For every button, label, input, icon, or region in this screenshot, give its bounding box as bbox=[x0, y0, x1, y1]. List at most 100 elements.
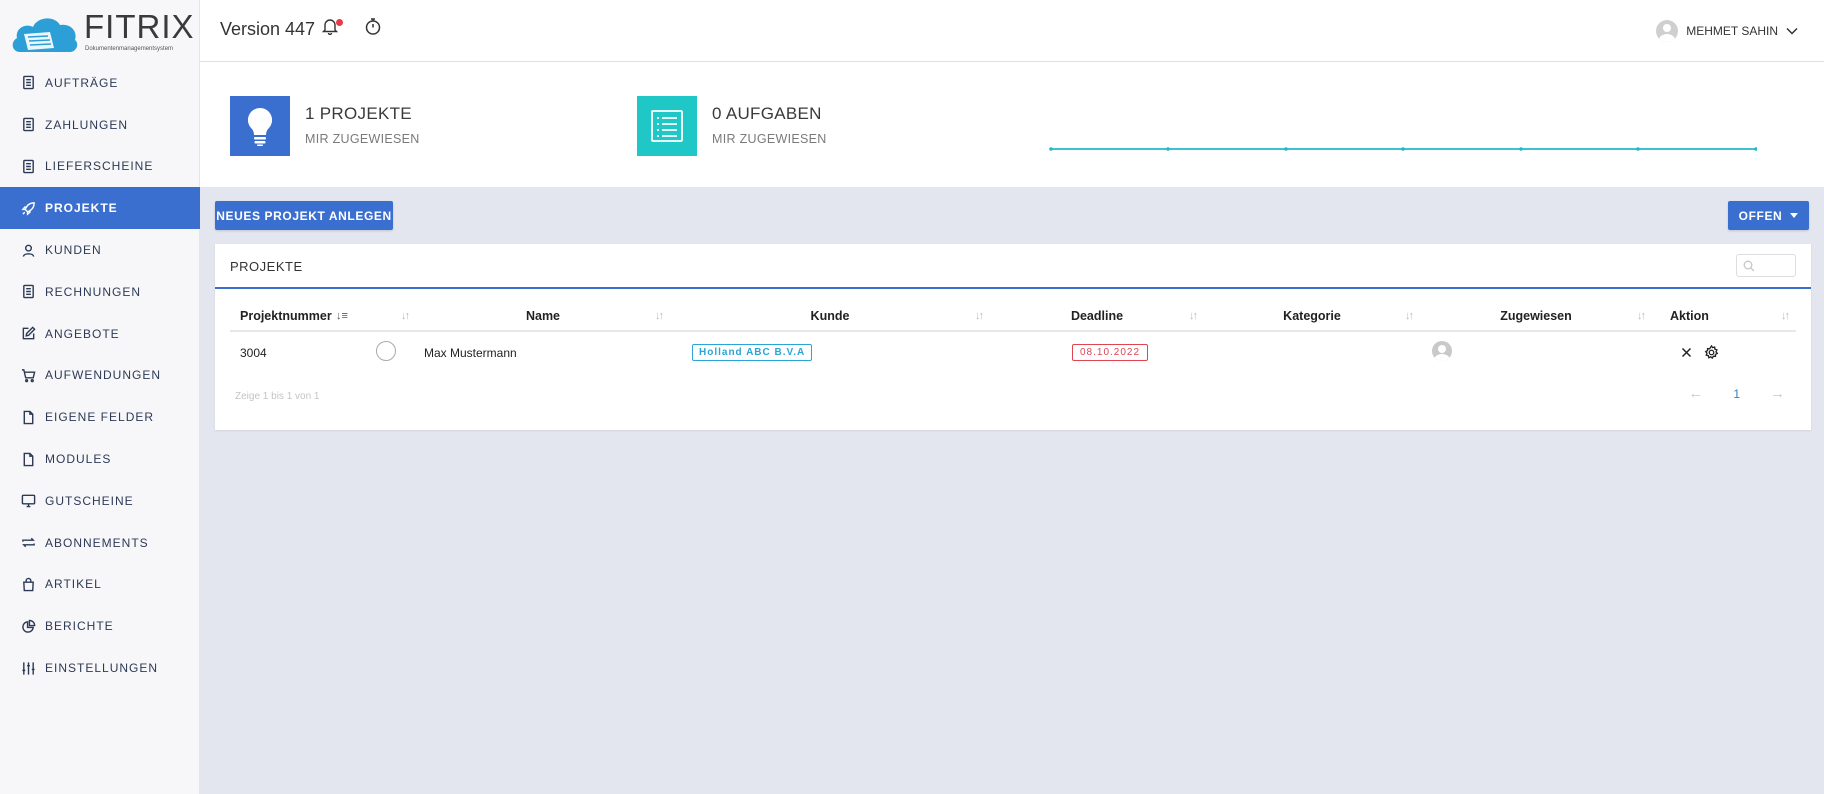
column-header-label: Kunde bbox=[810, 308, 850, 323]
stat-projects-title: 1 PROJEKTE bbox=[305, 104, 412, 123]
stat-tasks-box bbox=[637, 96, 697, 156]
sidebar-item-modules[interactable]: MODULES bbox=[0, 438, 200, 480]
column-header[interactable]: ↓↑ bbox=[356, 301, 416, 332]
sidebar-item-auftraege[interactable]: AUFTRÄGE bbox=[0, 62, 200, 104]
arrow-left-icon[interactable]: ← bbox=[1688, 385, 1703, 402]
sidebar-item-zahlungen[interactable]: ZAHLUNGEN bbox=[0, 104, 200, 146]
sort-icon: ↓↑ bbox=[1405, 310, 1414, 322]
search-icon bbox=[1743, 260, 1755, 272]
customer-tag[interactable]: Holland ABC B.V.A bbox=[692, 344, 813, 361]
sidebar-item-artikel[interactable]: ARTIKEL bbox=[0, 564, 200, 606]
sparkline-point bbox=[1519, 147, 1523, 151]
sidebar-item-label: KUNDEN bbox=[45, 243, 102, 258]
sparkline-point bbox=[1401, 147, 1405, 151]
cart-icon bbox=[20, 367, 36, 383]
status-radio[interactable] bbox=[376, 341, 396, 361]
sidebar-nav: AUFTRÄGE ZAHLUNGEN LIEFERSCHEINE PROJEKT… bbox=[0, 62, 200, 689]
arrow-right-icon[interactable]: → bbox=[1770, 385, 1785, 402]
sidebar-item-label: LIEFERSCHEINE bbox=[45, 159, 154, 174]
timer-button[interactable] bbox=[364, 17, 382, 41]
user-menu[interactable]: MEHMET SAHIN bbox=[1656, 20, 1798, 42]
column-header[interactable]: Projektnummer ↓≡ bbox=[230, 301, 356, 332]
sidebar-item-eigene-felder[interactable]: EIGENE FELDER bbox=[0, 396, 200, 438]
sort-icon: ↓↑ bbox=[975, 310, 984, 322]
column-header-label: Projektnummer bbox=[240, 308, 332, 323]
sidebar-item-kunden[interactable]: KUNDEN bbox=[0, 229, 200, 271]
sort-icon: ↓↑ bbox=[401, 310, 410, 322]
version-label: Version 447 bbox=[220, 19, 316, 39]
sidebar-item-gutscheine[interactable]: GUTSCHEINE bbox=[0, 480, 200, 522]
card-header: PROJEKTE bbox=[215, 244, 1811, 289]
sidebar-item-einstellungen[interactable]: EINSTELLUNGEN bbox=[0, 647, 200, 689]
cell-deadline: 08.10.2022 bbox=[990, 331, 1204, 373]
sidebar-item-label: AUFTRÄGE bbox=[45, 75, 119, 90]
stat-tasks-title: 0 AUFGABEN bbox=[712, 104, 822, 123]
cell-status bbox=[356, 331, 416, 373]
fitrix-logo[interactable]: FITRIX Dokumentenmanagementsystem bbox=[10, 8, 194, 56]
document-icon bbox=[20, 75, 36, 91]
sidebar-item-berichte[interactable]: BERICHTE bbox=[0, 605, 200, 647]
top-header: Version 447 MEHMET SAHIN bbox=[200, 0, 1824, 62]
column-header[interactable]: Kunde ↓↑ bbox=[670, 301, 990, 332]
avatar bbox=[1656, 20, 1679, 42]
column-header[interactable]: Aktion ↓↑ bbox=[1652, 301, 1796, 332]
gear-icon[interactable] bbox=[1704, 344, 1719, 360]
cell-name: Max Mustermann bbox=[424, 345, 517, 360]
column-header[interactable]: Name ↓↑ bbox=[416, 301, 670, 332]
sidebar-item-angebote[interactable]: ANGEBOTE bbox=[0, 313, 200, 355]
cloud-logo-icon bbox=[12, 18, 78, 52]
sidebar-item-rechnungen[interactable]: RECHNUNGEN bbox=[0, 271, 200, 313]
sort-icon: ↓↑ bbox=[1637, 310, 1646, 322]
sort-desc-icon: ↓≡ bbox=[336, 310, 348, 322]
sort-icon: ↓↑ bbox=[1781, 310, 1790, 322]
cell-customer: Holland ABC B.V.A bbox=[670, 331, 990, 373]
pie-chart-icon bbox=[20, 618, 36, 634]
column-header[interactable]: Deadline ↓↑ bbox=[990, 301, 1204, 332]
sparkline-point bbox=[1166, 147, 1170, 151]
sidebar-item-label: MODULES bbox=[45, 452, 112, 467]
stopwatch-icon bbox=[365, 18, 381, 35]
sidebar-item-label: ANGEBOTE bbox=[45, 326, 120, 341]
file-icon bbox=[20, 451, 36, 467]
rocket-icon bbox=[20, 200, 36, 216]
stat-projects[interactable]: 1 PROJEKTE MIR ZUGEWIESEN bbox=[230, 96, 420, 156]
column-header[interactable]: Zugewiesen ↓↑ bbox=[1420, 301, 1652, 332]
file-icon bbox=[20, 409, 36, 425]
repeat-icon bbox=[20, 535, 36, 551]
chevron-down-icon bbox=[1786, 27, 1798, 35]
column-header-label: Zugewiesen bbox=[1500, 308, 1572, 323]
column-header[interactable]: Kategorie ↓↑ bbox=[1204, 301, 1420, 332]
avatar bbox=[1432, 341, 1452, 361]
sidebar: FITRIX Dokumentenmanagementsystem AUFTRÄ… bbox=[0, 0, 200, 794]
notifications-button[interactable] bbox=[321, 17, 343, 40]
sidebar-item-aufwendungen[interactable]: AUFWENDUNGEN bbox=[0, 355, 200, 397]
projects-card: PROJEKTE Projektnummer ↓≡ ↓↑ Name ↓↑ Kunde… bbox=[215, 244, 1811, 430]
sidebar-item-label: EIGENE FELDER bbox=[45, 410, 155, 425]
projects-table: Projektnummer ↓≡ ↓↑ Name ↓↑ Kunde ↓↑ Deadli… bbox=[230, 301, 1796, 373]
table-info: Zeige 1 bis 1 von 1 bbox=[235, 391, 320, 402]
table-row[interactable]: 3004 Max Mustermann Holland ABC B.V.A 08… bbox=[230, 331, 1796, 373]
page-number[interactable]: 1 bbox=[1733, 387, 1740, 401]
sidebar-item-lieferscheine[interactable]: LIEFERSCHEINE bbox=[0, 146, 200, 188]
status-filter-dropdown[interactable]: OFFEN bbox=[1728, 201, 1809, 230]
cell-actions bbox=[1652, 331, 1796, 373]
task-list-icon bbox=[651, 110, 683, 142]
sidebar-item-label: ZAHLUNGEN bbox=[45, 117, 129, 132]
stat-projects-sub: MIR ZUGEWIESEN bbox=[305, 132, 420, 146]
sidebar-item-label: PROJEKTE bbox=[45, 201, 118, 216]
stat-tasks[interactable]: 0 AUFGABEN MIR ZUGEWIESEN bbox=[637, 96, 827, 156]
sparkline-point bbox=[1754, 147, 1757, 151]
sidebar-item-abonnements[interactable]: ABONNEMENTS bbox=[0, 522, 200, 564]
document-icon bbox=[20, 284, 36, 300]
new-project-button[interactable]: NEUES PROJEKT ANLEGEN bbox=[215, 201, 393, 230]
cell-assigned bbox=[1420, 331, 1652, 373]
user-icon bbox=[20, 242, 36, 258]
sidebar-item-label: ABONNEMENTS bbox=[45, 535, 149, 550]
sidebar-item-projekte[interactable]: PROJEKTE bbox=[0, 187, 200, 230]
search-input[interactable] bbox=[1736, 254, 1796, 277]
sparkline-point bbox=[1284, 147, 1288, 151]
user-name: MEHMET SAHIN bbox=[1686, 24, 1778, 38]
sidebar-item-label: EINSTELLUNGEN bbox=[45, 661, 159, 676]
monitor-icon bbox=[20, 493, 36, 509]
close-icon[interactable] bbox=[1681, 347, 1692, 358]
